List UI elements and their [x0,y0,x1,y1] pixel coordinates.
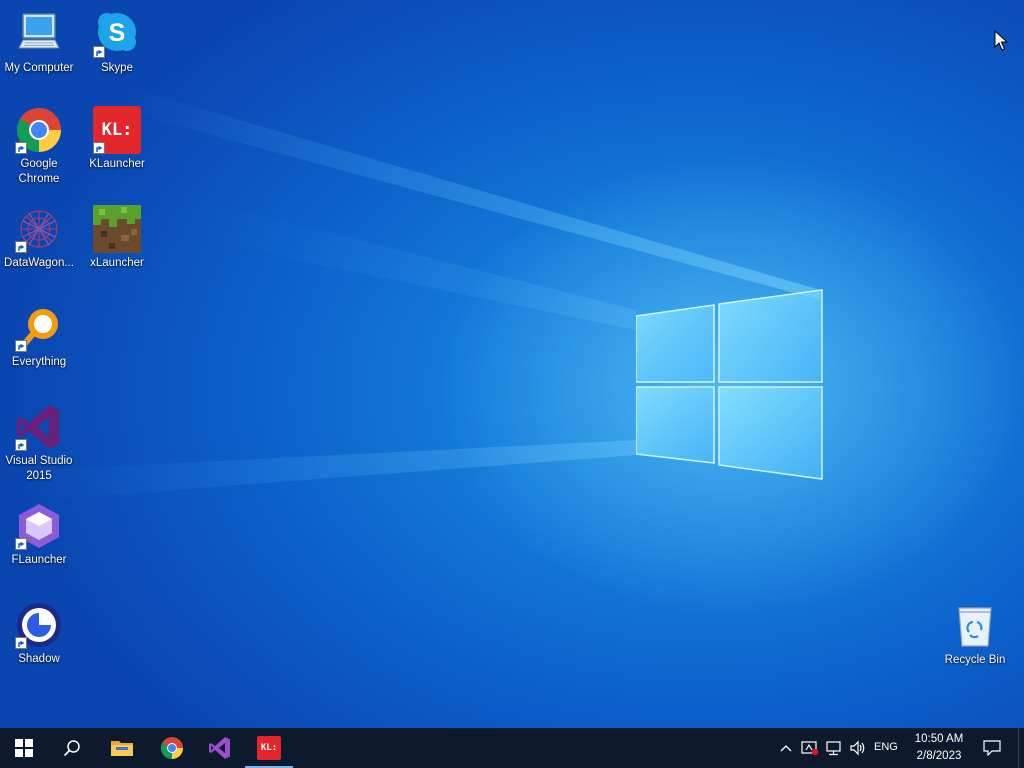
shadow-icon [15,601,63,649]
everything-icon [15,304,63,352]
recycle-bin-icon [951,602,999,650]
desktop-icon-label: DataWagon... [4,257,74,269]
desktop-icon-label: My Computer [4,62,74,74]
clock-time: 10:50 AM [914,733,964,745]
desktop-icon-my-computer[interactable]: My Computer [0,10,78,76]
desktop-icon-label: Skype [101,62,133,74]
windows-logo [636,289,823,480]
desktop-icon-google-chrome[interactable]: Google Chrome [0,106,78,187]
shortcut-arrow-icon [93,46,105,58]
desktop-icon-label: Shadow [18,653,60,665]
desktop[interactable]: My Computer S Skype Google Chrome KL: KL… [0,0,1024,728]
computer-icon [15,10,63,58]
start-button[interactable] [0,728,48,768]
desktop-icon-label: Google Chrome [18,158,60,185]
search-icon [63,740,80,757]
skype-icon: S [93,10,141,58]
security-alert-icon [801,741,819,756]
desktop-icon-label: Recycle Bin [944,654,1006,666]
taskbar-chrome[interactable] [148,728,196,768]
svg-text:S: S [109,19,126,47]
desktop-icon-visual-studio[interactable]: Visual Studio 2015 [0,403,78,484]
shortcut-arrow-icon [15,340,27,352]
action-center-button[interactable] [972,728,1012,768]
network-icon [826,741,841,756]
tray-network-button[interactable] [824,738,844,758]
clock-date: 2/8/2023 [916,750,962,762]
chrome-icon [15,106,63,154]
speaker-icon [850,740,865,756]
desktop-icon-label: Everything [11,356,67,368]
taskbar-clock[interactable]: 10:50 AM 2/8/2023 [906,731,972,765]
desktop-icon-skype[interactable]: S Skype [78,10,156,76]
desktop-icon-label: xLauncher [90,257,144,269]
input-language-indicator[interactable]: ENG [874,741,898,753]
desktop-icon-shadow[interactable]: Shadow [0,601,78,667]
xlauncher-icon [93,205,141,253]
desktop-icon-xlauncher[interactable]: xLauncher [78,205,156,271]
show-desktop-button[interactable] [1018,728,1024,768]
desktop-icon-klauncher[interactable]: KL: KLauncher [78,106,156,172]
taskbar-file-explorer[interactable] [98,728,146,768]
klauncher-badge: KL: [101,120,133,140]
shortcut-arrow-icon [93,142,105,154]
klauncher-icon: KL: [93,106,141,154]
chevron-up-icon [780,745,792,752]
taskbar-visual-studio[interactable] [196,728,244,768]
folder-icon [111,741,133,756]
taskbar-klauncher[interactable]: KL: [245,728,293,768]
desktop-icon-recycle-bin[interactable]: Recycle Bin [936,602,1014,668]
shortcut-arrow-icon [15,241,27,253]
desktop-icon-datawagon[interactable]: DataWagon... [0,205,78,271]
klauncher-icon: KL: [257,736,281,760]
shortcut-arrow-icon [15,637,27,649]
search-button[interactable] [48,728,96,768]
desktop-icon-flauncher[interactable]: FLauncher [0,502,78,568]
tray-volume-button[interactable] [848,738,868,758]
show-hidden-icons-button[interactable] [776,738,796,758]
datawagon-icon [15,205,63,253]
desktop-icon-label: Visual Studio 2015 [5,455,73,482]
shortcut-arrow-icon [15,439,27,451]
desktop-icon-label: KLauncher [89,158,145,170]
windows-start-icon [15,739,33,757]
desktop-icon-label: FLauncher [11,554,67,566]
klauncher-badge: KL: [260,743,278,753]
mouse-cursor-icon [994,30,1008,51]
visual-studio-icon [15,403,63,451]
shortcut-arrow-icon [15,538,27,550]
tray-security-icon-button[interactable] [800,738,820,758]
chrome-icon [161,737,183,759]
shortcut-arrow-icon [15,142,27,154]
notification-icon [983,740,1001,756]
taskbar: KL: ENG 10:50 AM 2/8/2023 [0,728,1024,768]
desktop-icon-everything[interactable]: Everything [0,304,78,370]
visual-studio-icon [209,737,230,759]
flauncher-icon [15,502,63,550]
